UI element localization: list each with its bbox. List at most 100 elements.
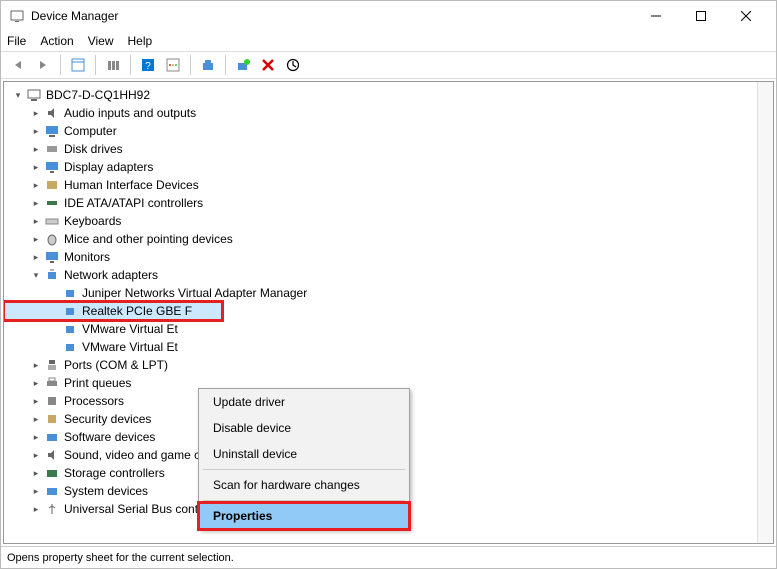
mouse-icon — [44, 231, 60, 247]
device-manager-window: Device Manager File Action View Help ? — [0, 0, 777, 569]
expander-icon[interactable]: ▸ — [30, 377, 42, 389]
svg-text:?: ? — [145, 61, 151, 72]
expander-icon[interactable]: ▸ — [30, 395, 42, 407]
menu-help[interactable]: Help — [128, 34, 153, 48]
disable-button[interactable] — [282, 54, 304, 76]
tree-item-monitors[interactable]: ▸Monitors — [4, 248, 757, 266]
monitor-icon — [44, 249, 60, 265]
menubar: File Action View Help — [1, 31, 776, 51]
tree-item-display[interactable]: ▸Display adapters — [4, 158, 757, 176]
expander-icon[interactable]: ▸ — [30, 233, 42, 245]
computer-icon — [26, 87, 42, 103]
network-adapter-icon — [62, 303, 78, 319]
network-adapter-icon — [62, 339, 78, 355]
port-icon — [44, 357, 60, 373]
expander-icon[interactable]: ▸ — [30, 179, 42, 191]
expander-icon[interactable]: ▸ — [30, 251, 42, 263]
sound-icon — [44, 447, 60, 463]
menu-scan-hardware[interactable]: Scan for hardware changes — [199, 472, 409, 498]
network-adapter-icon — [62, 321, 78, 337]
tree-root[interactable]: ▾ BDC7-D-CQ1HH92 — [4, 86, 757, 104]
tree-item-realtek[interactable]: Realtek PCIe GBE F — [4, 302, 222, 320]
menu-update-driver[interactable]: Update driver — [199, 389, 409, 415]
keyboard-icon — [44, 213, 60, 229]
hid-icon — [44, 177, 60, 193]
forward-button[interactable] — [32, 54, 54, 76]
properties-button[interactable] — [102, 54, 124, 76]
expander-icon[interactable]: ▸ — [30, 467, 42, 479]
update-driver-button[interactable] — [197, 54, 219, 76]
toolbar-sep — [190, 55, 191, 75]
expander-icon[interactable]: ▸ — [30, 107, 42, 119]
tree-item-disk[interactable]: ▸Disk drives — [4, 140, 757, 158]
expander-icon[interactable]: ▸ — [30, 125, 42, 137]
disk-icon — [44, 141, 60, 157]
close-button[interactable] — [723, 2, 768, 30]
toolbar-sep — [225, 55, 226, 75]
usb-icon — [44, 501, 60, 517]
tree-item-ide[interactable]: ▸IDE ATA/ATAPI controllers — [4, 194, 757, 212]
expander-icon[interactable]: ▸ — [30, 485, 42, 497]
software-icon — [44, 429, 60, 445]
tree-item-computer[interactable]: ▸Computer — [4, 122, 757, 140]
expander-icon[interactable]: ▸ — [30, 503, 42, 515]
maximize-button[interactable] — [678, 2, 723, 30]
display-icon — [44, 159, 60, 175]
computer-icon — [44, 123, 60, 139]
statusbar-text: Opens property sheet for the current sel… — [7, 552, 234, 564]
expander-icon[interactable]: ▾ — [12, 89, 24, 101]
expander-icon[interactable]: ▸ — [30, 359, 42, 371]
toolbar-sep — [60, 55, 61, 75]
statusbar: Opens property sheet for the current sel… — [1, 546, 776, 568]
expander-icon[interactable]: ▸ — [30, 197, 42, 209]
window-title: Device Manager — [31, 9, 633, 23]
tree-item-hid[interactable]: ▸Human Interface Devices — [4, 176, 757, 194]
expander-icon[interactable]: ▸ — [30, 431, 42, 443]
expander-icon[interactable]: ▸ — [30, 215, 42, 227]
ide-icon — [44, 195, 60, 211]
menu-view[interactable]: View — [88, 34, 114, 48]
tree-item-mice[interactable]: ▸Mice and other pointing devices — [4, 230, 757, 248]
menu-disable-device[interactable]: Disable device — [199, 415, 409, 441]
printer-icon — [44, 375, 60, 391]
expander-icon[interactable]: ▸ — [30, 161, 42, 173]
tree-root-label: BDC7-D-CQ1HH92 — [46, 88, 150, 102]
toolbar: ? — [1, 51, 776, 79]
expander-icon[interactable]: ▾ — [30, 269, 42, 281]
show-hide-tree-button[interactable] — [67, 54, 89, 76]
menu-action[interactable]: Action — [40, 34, 73, 48]
menu-properties[interactable]: Properties — [199, 503, 409, 529]
scrollbar[interactable] — [757, 82, 773, 543]
uninstall-button[interactable] — [257, 54, 279, 76]
toolbar-sep — [95, 55, 96, 75]
context-menu: Update driver Disable device Uninstall d… — [198, 388, 410, 530]
scan-hardware-button[interactable] — [232, 54, 254, 76]
back-button[interactable] — [7, 54, 29, 76]
menu-separator — [203, 469, 405, 470]
toolbar-sep — [130, 55, 131, 75]
tree-item-juniper[interactable]: Juniper Networks Virtual Adapter Manager — [4, 284, 757, 302]
tree-item-vmware2[interactable]: VMware Virtual Et — [4, 338, 757, 356]
menu-uninstall-device[interactable]: Uninstall device — [199, 441, 409, 467]
tree-item-vmware1[interactable]: VMware Virtual Et — [4, 320, 757, 338]
content-area: ▾ BDC7-D-CQ1HH92 ▸Audio inputs and outpu… — [3, 81, 774, 544]
menu-separator — [203, 500, 405, 501]
help-button[interactable]: ? — [137, 54, 159, 76]
storage-icon — [44, 465, 60, 481]
tree-item-network[interactable]: ▾Network adapters — [4, 266, 757, 284]
action-button[interactable] — [162, 54, 184, 76]
titlebar: Device Manager — [1, 1, 776, 31]
expander-icon[interactable]: ▸ — [30, 143, 42, 155]
security-icon — [44, 411, 60, 427]
menu-file[interactable]: File — [7, 34, 26, 48]
tree-item-keyboards[interactable]: ▸Keyboards — [4, 212, 757, 230]
network-icon — [44, 267, 60, 283]
audio-icon — [44, 105, 60, 121]
expander-icon[interactable]: ▸ — [30, 449, 42, 461]
minimize-button[interactable] — [633, 2, 678, 30]
tree-item-ports[interactable]: ▸Ports (COM & LPT) — [4, 356, 757, 374]
processor-icon — [44, 393, 60, 409]
system-icon — [44, 483, 60, 499]
expander-icon[interactable]: ▸ — [30, 413, 42, 425]
tree-item-audio[interactable]: ▸Audio inputs and outputs — [4, 104, 757, 122]
